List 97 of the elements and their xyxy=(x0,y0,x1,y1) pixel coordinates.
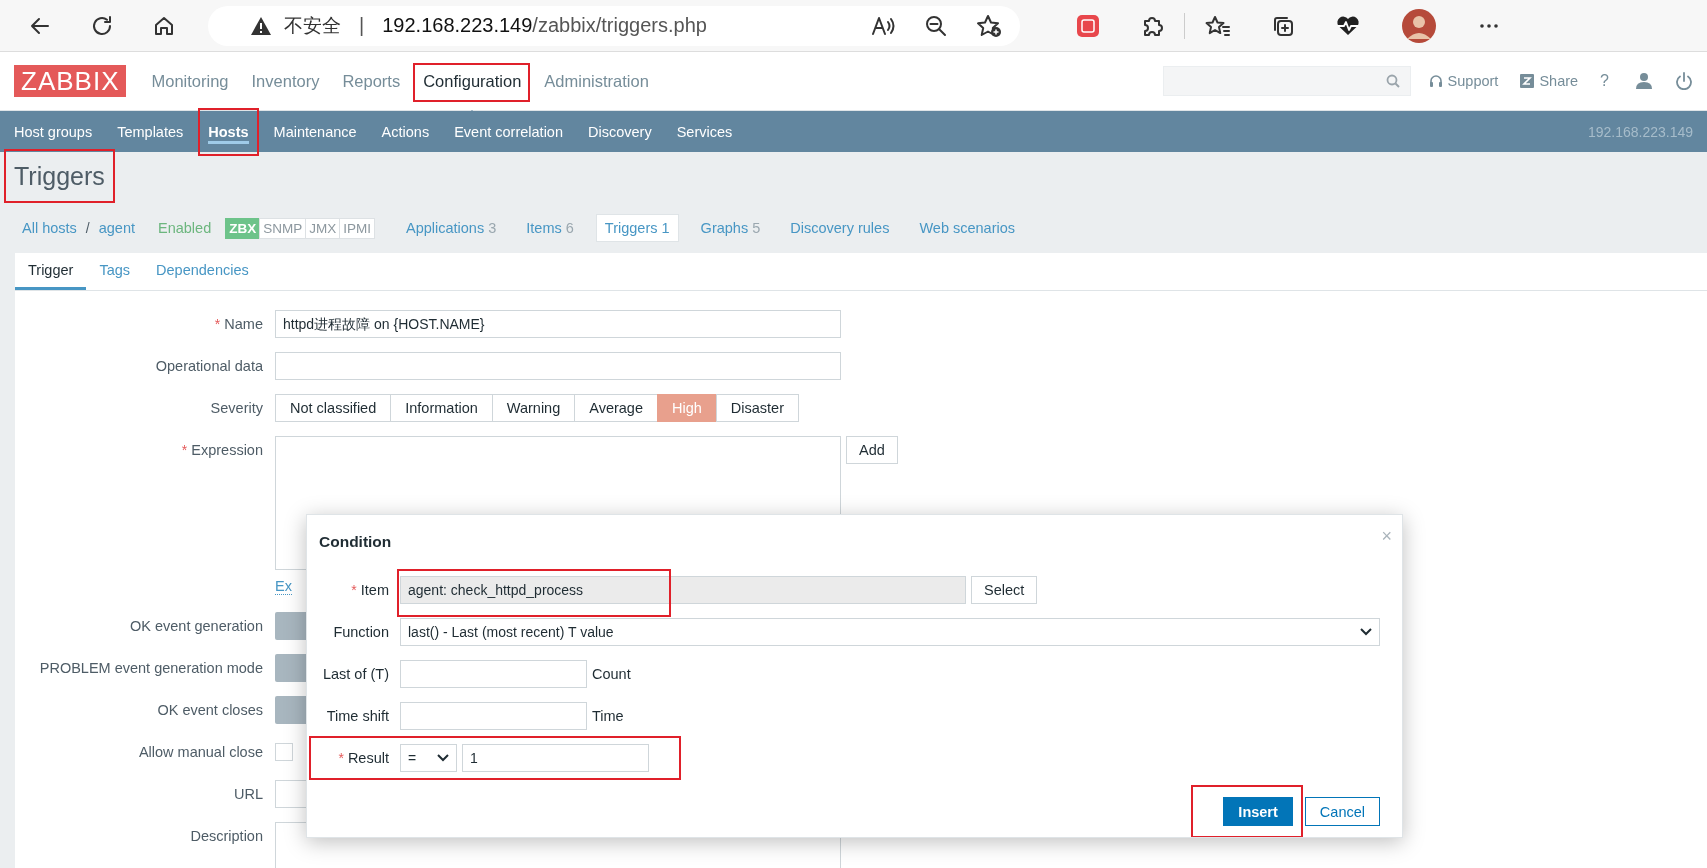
interface-badge: IPMI xyxy=(339,217,375,239)
search-icon xyxy=(1385,74,1400,88)
field-label: Result xyxy=(347,750,389,766)
page-title: Triggers xyxy=(14,161,105,191)
user-icon[interactable] xyxy=(1635,72,1653,90)
submenu-item[interactable]: Host groups xyxy=(14,119,93,144)
separator: | xyxy=(359,14,365,37)
form-tab[interactable]: Tags xyxy=(86,253,144,290)
breadcrumb-link[interactable]: agent xyxy=(98,220,135,236)
field-label: PROBLEM event generation mode xyxy=(39,660,263,676)
function-select[interactable]: last() - Last (most recent) T value xyxy=(400,618,1380,646)
text-field[interactable] xyxy=(275,352,841,380)
security-label: 不安全 xyxy=(284,13,341,38)
share-link[interactable]: Share xyxy=(1520,73,1579,89)
menu-item[interactable]: Monitoring xyxy=(151,63,229,99)
favorite-add-icon[interactable] xyxy=(976,13,1002,38)
submenu-item[interactable]: Templates xyxy=(117,119,184,144)
submenu-item[interactable]: Maintenance xyxy=(273,119,357,144)
form-tab[interactable]: Trigger xyxy=(15,253,87,290)
severity-option[interactable]: Warning xyxy=(491,394,576,422)
sign-out-icon[interactable] xyxy=(1675,72,1693,90)
extension-icon[interactable] xyxy=(1076,13,1100,38)
form-tab[interactable]: Dependencies xyxy=(143,253,262,290)
field-label: OK event generation xyxy=(130,618,263,634)
host-tab-link[interactable]: Discovery rules xyxy=(782,215,898,241)
field-label: OK event closes xyxy=(157,702,263,718)
field-label: Allow manual close xyxy=(138,744,263,760)
host-tab-link[interactable]: Triggers 1 xyxy=(595,214,679,242)
submenu-item[interactable]: Event correlation xyxy=(454,119,563,144)
field-label: Description xyxy=(190,828,263,844)
number-field[interactable] xyxy=(400,660,587,688)
field-label: Time shift xyxy=(326,708,389,724)
menu-item[interactable]: Inventory xyxy=(251,63,320,99)
field-label: Function xyxy=(333,624,389,640)
field-label: URL xyxy=(234,786,263,802)
zoom-out-icon[interactable] xyxy=(924,13,948,38)
menu-item[interactable]: Reports xyxy=(342,63,401,99)
menu-item[interactable]: Administration xyxy=(544,63,649,99)
required-mark: * xyxy=(181,442,188,458)
breadcrumb-separator: / xyxy=(85,220,90,236)
field-label: Name xyxy=(224,316,263,332)
number-field[interactable] xyxy=(400,702,587,730)
refresh-icon[interactable] xyxy=(90,13,114,38)
constructor-link[interactable]: Ex xyxy=(275,578,292,595)
unit-label: Count xyxy=(592,666,631,682)
text-field[interactable]: httpd进程故障 on {HOST.NAME} xyxy=(275,310,841,338)
host-tab-link[interactable]: Items 6 xyxy=(518,215,582,241)
interface-badge: JMX xyxy=(305,217,341,239)
favorites-icon[interactable] xyxy=(1205,13,1231,38)
avatar-icon[interactable] xyxy=(1401,7,1437,44)
field-label: Item xyxy=(360,582,389,598)
value-field[interactable]: 1 xyxy=(462,744,649,772)
severity-option[interactable]: Not classified xyxy=(275,394,392,422)
operator-select[interactable]: = xyxy=(400,744,457,772)
close-button[interactable]: × xyxy=(1381,525,1392,547)
field-label: Operational data xyxy=(155,358,263,374)
insert-button[interactable]: Insert xyxy=(1223,797,1293,826)
chevron-down-icon xyxy=(437,754,449,762)
field-label: Expression xyxy=(191,442,263,458)
address-bar[interactable]: 不安全 | 192.168.223.149/zabbix/triggers.php xyxy=(208,5,1020,46)
interface-badge: SNMP xyxy=(259,217,307,239)
severity-option[interactable]: High xyxy=(657,394,717,422)
help-link[interactable]: ? xyxy=(1600,72,1609,90)
add-button[interactable]: Add xyxy=(846,436,898,464)
required-mark: * xyxy=(338,750,344,766)
required-mark: * xyxy=(214,316,221,332)
submenu-item[interactable]: Hosts xyxy=(208,119,249,144)
submenu-item[interactable]: Services xyxy=(676,119,733,144)
severity-option[interactable]: Information xyxy=(390,394,493,422)
menu-item[interactable]: Configuration xyxy=(423,63,522,99)
interface-badge: ZBX xyxy=(225,217,261,239)
headset-icon xyxy=(1428,74,1443,88)
submenu-item[interactable]: Discovery xyxy=(588,119,652,144)
select-button[interactable]: Select xyxy=(971,576,1038,604)
severity-option[interactable]: Disaster xyxy=(715,394,799,422)
chevron-down-icon xyxy=(1360,628,1372,636)
host-tab-link[interactable]: Applications 3 xyxy=(398,215,505,241)
zabbix-logo[interactable]: ZABBIX xyxy=(14,65,127,97)
host-tab-link[interactable]: Web scenarios xyxy=(911,215,1024,241)
breadcrumb-link[interactable]: All hosts xyxy=(22,220,77,236)
url-text: 192.168.223.149/zabbix/triggers.php xyxy=(382,14,707,37)
support-link[interactable]: Support xyxy=(1428,73,1499,89)
annotation-box xyxy=(198,107,259,156)
item-field[interactable]: agent: check_httpd_process xyxy=(400,576,966,604)
dialog-title: Condition xyxy=(319,533,392,551)
required-mark: * xyxy=(351,582,357,598)
cancel-button[interactable]: Cancel xyxy=(1304,797,1380,826)
status-link[interactable]: Enabled xyxy=(158,220,212,236)
checkbox[interactable] xyxy=(275,743,293,761)
field-label: Last of (T) xyxy=(322,666,389,682)
unit-label: Time xyxy=(592,708,624,724)
submenu-item[interactable]: Actions xyxy=(381,119,430,144)
field-label: Severity xyxy=(210,400,263,416)
host-tab-link[interactable]: Graphs 5 xyxy=(692,215,769,241)
server-name: 192.168.223.149 xyxy=(1587,123,1693,140)
search-field[interactable] xyxy=(1162,66,1411,96)
warning-icon xyxy=(250,15,272,36)
